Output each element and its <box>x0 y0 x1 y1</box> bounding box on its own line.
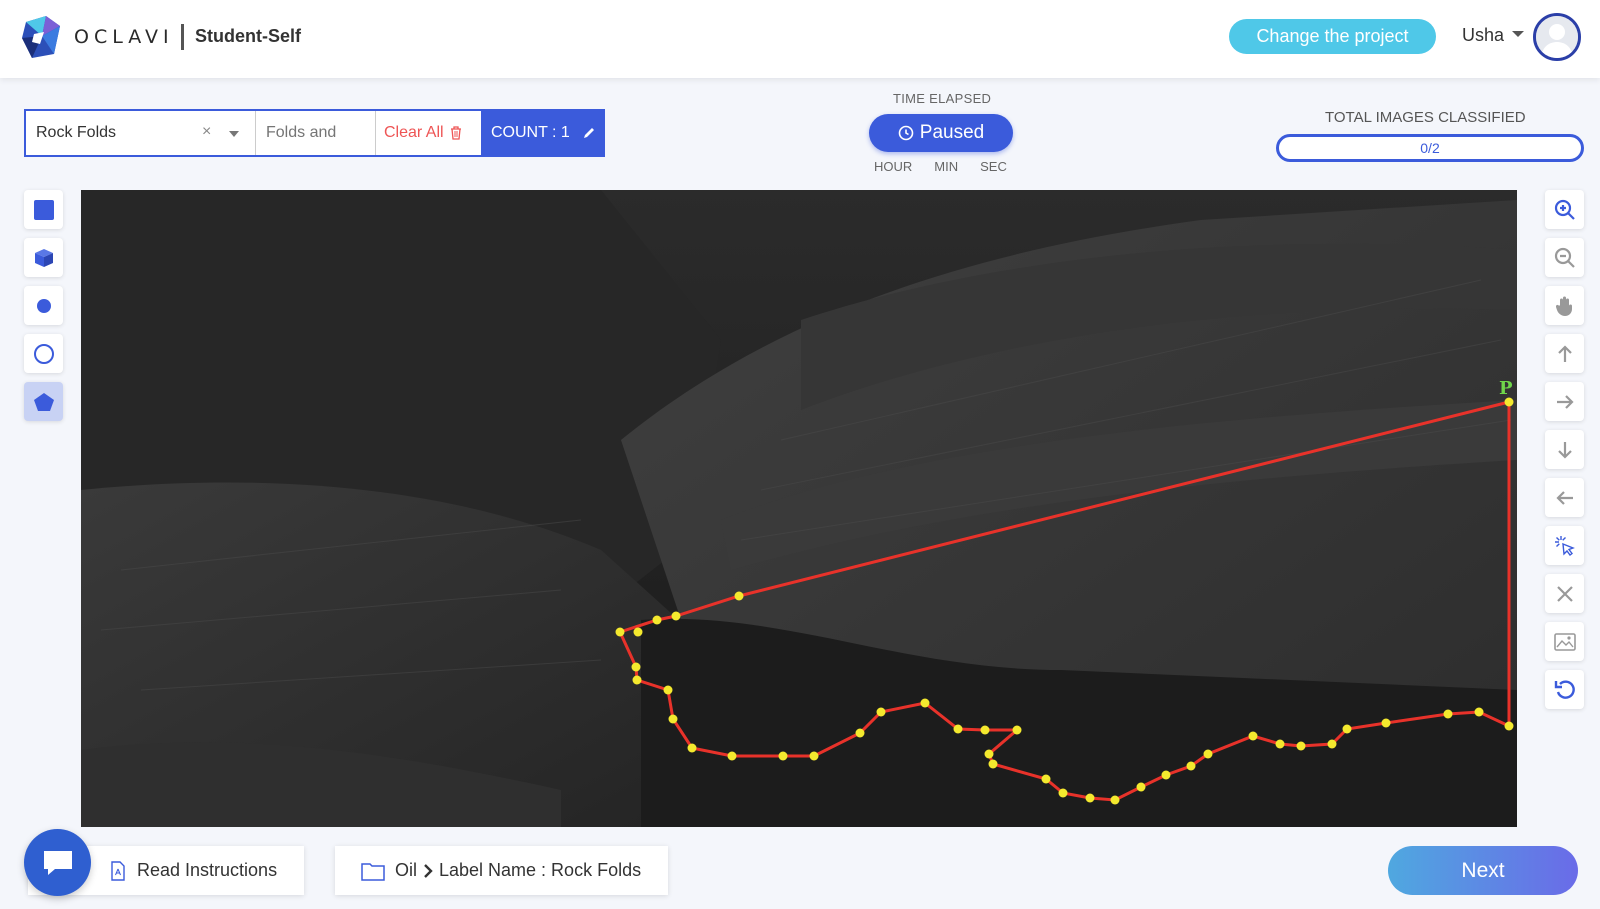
clock-icon <box>898 125 914 141</box>
rock-folds-image: P <box>81 190 1517 827</box>
image-button[interactable] <box>1545 622 1584 661</box>
timer-pause-button[interactable]: Paused <box>869 114 1013 152</box>
cube-icon <box>34 248 53 267</box>
arrow-left-icon <box>1555 490 1573 505</box>
sec-unit: SEC <box>980 159 1007 174</box>
label-select-value: Rock Folds <box>36 124 117 141</box>
rectangle-tool[interactable] <box>24 190 63 229</box>
classified-progress-bar: 0/2 <box>1276 134 1584 162</box>
progress-value: 0/2 <box>1420 140 1440 156</box>
circle-tool[interactable] <box>24 334 63 373</box>
next-button[interactable]: Next <box>1388 846 1578 895</box>
move-up-button[interactable] <box>1545 334 1584 373</box>
min-unit: MIN <box>934 159 959 174</box>
timer-state-label: Paused <box>919 122 985 143</box>
polygon-label: P <box>1499 378 1513 399</box>
avatar[interactable] <box>1533 13 1581 61</box>
polygon-tool[interactable] <box>24 382 63 421</box>
count-label: COUNT : 1 <box>491 124 570 141</box>
total-images-title: TOTAL IMAGES CLASSIFIED <box>1325 109 1526 126</box>
zoom-in-icon <box>1554 199 1575 220</box>
hand-icon <box>1555 296 1572 316</box>
chevron-down-icon[interactable] <box>229 131 239 137</box>
delete-button[interactable] <box>1545 574 1584 613</box>
cursor-click-icon <box>1554 535 1575 556</box>
clear-all-label: Clear All <box>384 124 444 141</box>
chevron-right-icon <box>424 863 433 878</box>
document-icon <box>111 861 125 881</box>
clear-all-button[interactable]: Clear All <box>376 111 481 155</box>
user-silhouette-icon <box>1536 16 1578 58</box>
dot-icon <box>36 298 51 313</box>
change-project-button[interactable]: Change the project <box>1229 19 1436 54</box>
brand-name: OCLAVI <box>74 26 174 48</box>
close-icon <box>1556 585 1573 602</box>
move-right-button[interactable] <box>1545 382 1584 421</box>
zoom-in-button[interactable] <box>1545 190 1584 229</box>
logo-mark-icon <box>22 16 60 58</box>
arrow-up-icon <box>1557 344 1572 362</box>
circle-icon <box>33 343 54 364</box>
undo-icon <box>1554 679 1575 699</box>
annotation-count[interactable]: COUNT : 1 <box>481 111 603 155</box>
pentagon-icon <box>33 392 54 411</box>
breadcrumb-leaf: Label Name : Rock Folds <box>439 860 642 880</box>
breadcrumb: Oil Label Name : Rock Folds <box>335 846 668 895</box>
chat-icon <box>43 850 72 875</box>
arrow-right-icon <box>1556 394 1574 409</box>
user-menu-name[interactable]: Usha <box>1462 25 1504 46</box>
app-header: OCLAVI Student-Self Change the project U… <box>0 0 1600 78</box>
move-down-button[interactable] <box>1545 430 1584 469</box>
clear-selection-icon[interactable]: × <box>202 123 211 141</box>
point-tool[interactable] <box>24 286 63 325</box>
zoom-out-icon <box>1554 247 1575 268</box>
pencil-icon <box>583 128 594 138</box>
header-divider <box>181 24 184 50</box>
arrow-down-icon <box>1557 441 1572 459</box>
read-instructions-label: Read Instructions <box>137 860 278 880</box>
label-toolbar: Rock Folds × Clear All COUNT : 1 <box>24 109 605 157</box>
trash-icon <box>450 126 461 140</box>
square-icon <box>33 199 54 220</box>
hour-unit: HOUR <box>874 159 913 174</box>
cuboid-tool[interactable] <box>24 238 63 277</box>
undo-button[interactable] <box>1545 670 1584 709</box>
zoom-out-button[interactable] <box>1545 238 1584 277</box>
image-icon <box>1553 632 1576 651</box>
sub-label-input[interactable] <box>256 111 376 155</box>
folder-icon <box>361 862 385 881</box>
move-left-button[interactable] <box>1545 478 1584 517</box>
brand-logo[interactable]: OCLAVI <box>20 14 174 60</box>
time-elapsed-title: TIME ELAPSED <box>893 91 992 106</box>
breadcrumb-root[interactable]: Oil <box>395 860 417 881</box>
pan-button[interactable] <box>1545 286 1584 325</box>
project-name: Student-Self <box>195 26 301 46</box>
image-canvas[interactable]: P <box>81 190 1517 827</box>
chat-support-button[interactable] <box>24 829 91 896</box>
select-button[interactable] <box>1545 526 1584 565</box>
time-units: HOUR MIN SEC <box>874 159 1029 174</box>
label-select[interactable]: Rock Folds × <box>26 111 256 155</box>
chevron-down-icon[interactable] <box>1512 31 1524 37</box>
